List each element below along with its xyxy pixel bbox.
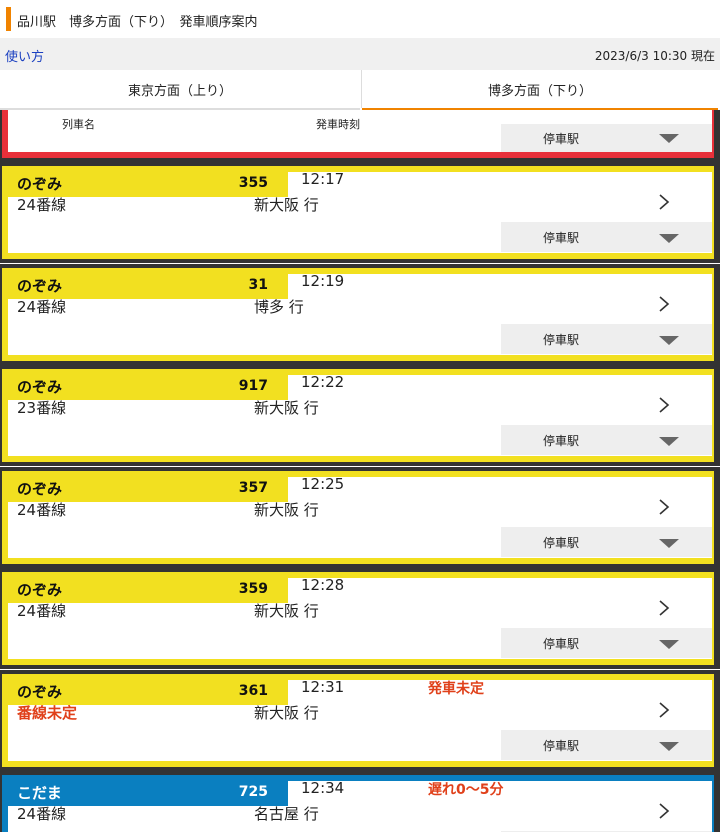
- chevron-right-icon[interactable]: [655, 396, 673, 414]
- track-number: 24番線: [17, 297, 67, 316]
- status-note: 遅れ0～5分: [428, 782, 504, 798]
- direction-tabs: 東京方面（上り） 博多方面（下り）: [0, 70, 720, 111]
- stops-label: 停車駅: [543, 434, 580, 448]
- departure-time: 12:34: [301, 779, 345, 797]
- triangle-down-icon: [659, 741, 679, 751]
- stops-button[interactable]: 停車駅: [501, 526, 712, 557]
- train-card[interactable]: のぞみ 355 12:17 24番線 新大阪 行停車駅: [0, 162, 720, 263]
- train-list[interactable]: 停車駅 のぞみ 355 12:17 24番線 新大阪 行停車駅 のぞみ 31 12:19 24番…: [0, 110, 720, 832]
- departure-time: 12:22: [301, 373, 345, 391]
- departure-time: 12:25: [301, 474, 345, 493]
- stops-button[interactable]: 停車駅: [501, 425, 712, 455]
- stops-label: 停車駅: [543, 132, 580, 146]
- train-name: のぞみ: [17, 378, 63, 396]
- chevron-right-icon[interactable]: [655, 498, 673, 516]
- triangle-down-icon: [659, 437, 679, 446]
- triangle-down-icon: [659, 134, 679, 143]
- train-number: 355: [238, 175, 268, 191]
- chevron-right-icon[interactable]: [655, 802, 673, 820]
- howto-link[interactable]: 使い方: [5, 46, 44, 65]
- train-name: のぞみ: [17, 682, 63, 701]
- train-number: 359: [238, 581, 268, 597]
- destination: 新大阪 行: [254, 196, 319, 214]
- track-number: 24番線: [17, 602, 67, 620]
- track-number: 24番線: [17, 805, 67, 823]
- destination: 新大阪 行: [254, 602, 319, 620]
- chevron-right-icon[interactable]: [655, 193, 673, 211]
- train-card[interactable]: のぞみ 357 12:25 24番線 新大阪 行停車駅: [0, 466, 720, 568]
- column-header-train-name: 列車名: [62, 118, 95, 131]
- train-number: 917: [238, 378, 268, 394]
- departure-time: 12:19: [301, 271, 345, 290]
- train-name: のぞみ: [17, 276, 63, 295]
- info-bar: 使い方 2023/6/3 10:30 現在: [0, 38, 720, 70]
- stops-button[interactable]: 停車駅: [501, 729, 712, 760]
- departure-time: 12:28: [301, 576, 345, 594]
- triangle-down-icon: [659, 640, 679, 649]
- tab-hakata-bound[interactable]: 博多方面（下り）: [362, 70, 718, 111]
- train-name: こだま: [17, 784, 62, 802]
- triangle-down-icon: [659, 234, 679, 243]
- tab-tokyo-bound[interactable]: 東京方面（上り）: [0, 70, 360, 110]
- train-number: 31: [248, 276, 268, 293]
- column-header-departure-time: 発車時刻: [316, 118, 360, 131]
- track-number: 24番線: [17, 500, 67, 519]
- triangle-down-icon: [659, 538, 679, 548]
- destination: 新大阪 行: [254, 399, 319, 417]
- track-number: 23番線: [17, 399, 67, 417]
- chevron-right-icon[interactable]: [655, 599, 673, 617]
- stops-button[interactable]: 停車駅: [501, 323, 712, 354]
- destination: 博多 行: [254, 297, 304, 316]
- stops-button[interactable]: 停車駅: [501, 222, 712, 252]
- train-card[interactable]: こだま72512:34遅れ0～5分24番線名古屋 行停車駅: [0, 771, 720, 832]
- departure-time: 12:17: [301, 170, 345, 188]
- stops-label: 停車駅: [543, 535, 580, 550]
- train-number: 361: [238, 682, 268, 699]
- stops-label: 停車駅: [543, 231, 580, 245]
- destination: 新大阪 行: [254, 500, 319, 519]
- track-number: 番線未定: [17, 703, 78, 722]
- stops-label: 停車駅: [543, 637, 580, 651]
- stops-label: 停車駅: [543, 738, 580, 753]
- chevron-right-icon[interactable]: [655, 701, 673, 719]
- current-time: 2023/6/3 10:30 現在: [594, 49, 715, 63]
- status-note: 発車未定: [428, 680, 484, 697]
- train-card[interactable]: のぞみ 359 12:28 24番線 新大阪 行停車駅: [0, 568, 720, 669]
- header-accent: [6, 7, 11, 31]
- train-number: 357: [238, 479, 268, 496]
- stops-label: 停車駅: [543, 332, 580, 347]
- train-card[interactable]: のぞみ 917 12:22 23番線 新大阪 行停車駅: [0, 365, 720, 466]
- train-number: 725: [238, 784, 268, 800]
- stops-button[interactable]: 停車駅: [501, 124, 712, 152]
- destination: 名古屋 行: [254, 805, 319, 823]
- train-card[interactable]: のぞみ 361 12:31 発車未定番線未定 新大阪 行停車駅: [0, 669, 720, 771]
- train-card-partial: 停車駅: [0, 110, 720, 162]
- track-number: 24番線: [17, 196, 67, 214]
- train-card[interactable]: のぞみ 31 12:19 24番線 博多 行停車駅: [0, 263, 720, 365]
- destination: 新大阪 行: [254, 703, 319, 722]
- page-title: 品川駅 博多方面（下り） 発車順序案内: [17, 15, 258, 30]
- departure-time: 12:31: [301, 677, 345, 696]
- train-name: のぞみ: [17, 175, 63, 193]
- header-bar: 品川駅 博多方面（下り） 発車順序案内: [0, 0, 720, 38]
- train-name: のぞみ: [17, 581, 63, 599]
- triangle-down-icon: [659, 335, 679, 345]
- chevron-right-icon[interactable]: [655, 295, 673, 313]
- stops-button[interactable]: 停車駅: [501, 628, 712, 658]
- train-name: のぞみ: [17, 479, 63, 498]
